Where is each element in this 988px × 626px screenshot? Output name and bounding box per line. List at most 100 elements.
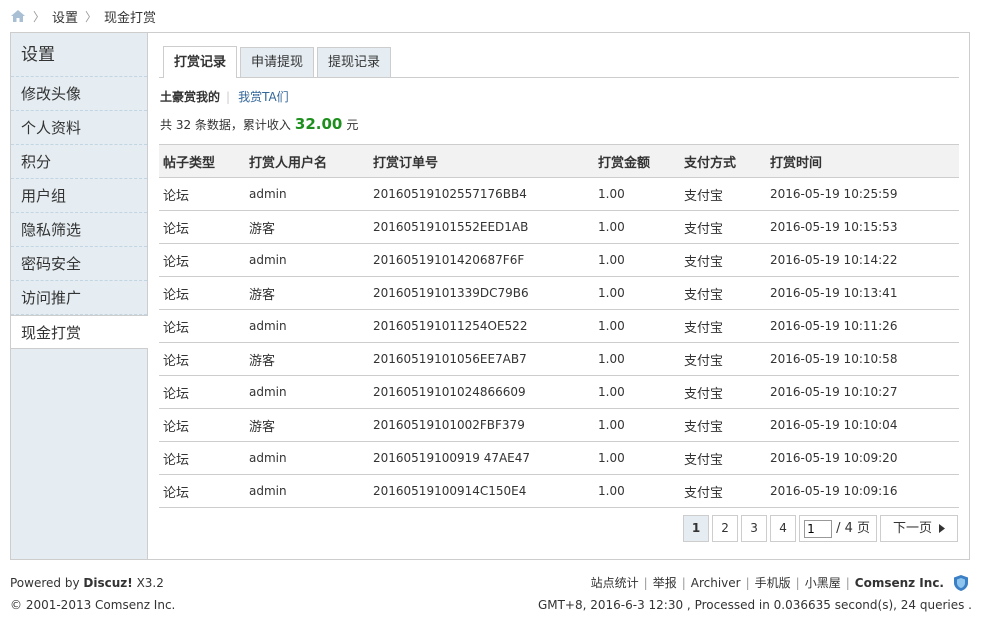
page-4-button[interactable]: 4 xyxy=(770,515,797,542)
column-header: 帖子类型 xyxy=(159,144,245,178)
table-cell: 2016-05-19 10:25:59 xyxy=(766,177,959,211)
footer-link-mobile[interactable]: 手机版 xyxy=(755,572,791,594)
sidebar-item-password[interactable]: 密码安全 xyxy=(11,247,147,281)
table-cell: 支付宝 xyxy=(680,408,766,442)
sidebar-item-usergroup[interactable]: 用户组 xyxy=(11,179,147,213)
summary-unit: 元 xyxy=(346,118,359,132)
footer-links: 站点统计 | 举报 | Archiver | 手机版 | 小黑屋 | Comsenz In… xyxy=(538,572,970,594)
tab-withdraw-records[interactable]: 提现记录 xyxy=(317,47,392,77)
sidebar-item-privacy[interactable]: 隐私筛选 xyxy=(11,213,147,247)
page-1-button[interactable]: 1 xyxy=(683,515,710,542)
sidebar-item-promotion[interactable]: 访问推广 xyxy=(11,281,147,315)
column-header: 打赏人用户名 xyxy=(245,144,369,178)
footer-link-report[interactable]: 举报 xyxy=(653,572,677,594)
column-header: 打赏时间 xyxy=(766,144,959,178)
table-cell: 1.00 xyxy=(594,342,680,376)
main-frame: 设置 修改头像 个人资料 积分 用户组 隐私筛选 密码安全 访问推广 现金打赏 … xyxy=(10,32,970,560)
page-2-button[interactable]: 2 xyxy=(712,515,739,542)
table-cell: 201605191011254OE522 xyxy=(369,309,594,343)
table-cell: 1.00 xyxy=(594,474,680,508)
table-cell: admin xyxy=(245,474,369,508)
table-cell: 1.00 xyxy=(594,375,680,409)
table-cell: admin xyxy=(245,309,369,343)
table-cell: 游客 xyxy=(245,342,369,376)
table-cell: 2016-05-19 10:14:22 xyxy=(766,243,959,277)
table-cell: 20160519101024866609 xyxy=(369,375,594,409)
table-cell: 2016-05-19 10:10:04 xyxy=(766,408,959,442)
table-cell: 支付宝 xyxy=(680,243,766,277)
copyright: © 2001-2013 Comsenz Inc. xyxy=(10,598,176,612)
table-cell: 论坛 xyxy=(159,441,245,475)
footer-link-stats[interactable]: 站点统计 xyxy=(591,572,639,594)
page-3-button[interactable]: 3 xyxy=(741,515,768,542)
sidebar-item-avatar[interactable]: 修改头像 xyxy=(11,77,147,111)
tab-apply-withdraw[interactable]: 申请提现 xyxy=(240,47,315,77)
home-icon[interactable] xyxy=(10,9,26,23)
column-header: 打赏订单号 xyxy=(369,144,594,178)
table-cell: 1.00 xyxy=(594,177,680,211)
table-cell: 20160519101339DC79B6 xyxy=(369,276,594,310)
table-header-row: 帖子类型 打赏人用户名 打赏订单号 打赏金额 支付方式 打赏时间 xyxy=(159,144,959,178)
footer-link-archiver[interactable]: Archiver xyxy=(691,572,741,594)
breadcrumb-separator: 〉 xyxy=(33,9,46,24)
table-cell: 2016-05-19 10:10:58 xyxy=(766,342,959,376)
sidebar-item-credits[interactable]: 积分 xyxy=(11,145,147,179)
pagination: 1 2 3 4 / 4 页 下一页 xyxy=(680,515,958,542)
next-page-label: 下一页 xyxy=(892,521,932,536)
footer-left: Powered by Discuz! X3.2 © 2001-2013 Coms… xyxy=(10,572,175,616)
table-cell: 1.00 xyxy=(594,276,680,310)
tab-reward-records[interactable]: 打赏记录 xyxy=(163,46,238,78)
reward-table: 帖子类型 打赏人用户名 打赏订单号 打赏金额 支付方式 打赏时间 论坛 admin… xyxy=(159,144,959,508)
table-cell: admin xyxy=(245,177,369,211)
table-cell: 20160519101002FBF379 xyxy=(369,408,594,442)
table-row: 论坛 admin 20160519100914C150E4 1.00 支付宝 2016-0… xyxy=(159,474,959,508)
table-cell: 20160519101056EE7AB7 xyxy=(369,342,594,376)
footer-stats: GMT+8, 2016-6-3 12:30 , Processed in 0.0… xyxy=(537,598,972,612)
table-row: 论坛 游客 20160519101552EED1AB 1.00 支付宝 2016-05-1… xyxy=(159,210,959,244)
table-cell: 论坛 xyxy=(159,474,245,508)
table-cell: 支付宝 xyxy=(680,177,766,211)
sidebar-item-cash-reward[interactable]: 现金打赏 xyxy=(11,315,148,349)
sidebar-title: 设置 xyxy=(11,33,147,77)
powered-prefix: Powered by xyxy=(10,576,80,590)
page-jump-input[interactable] xyxy=(804,519,833,538)
content-panel: 打赏记录 申请提现 提现记录 土豪赏我的 | 我赏TA们 共 32 条数据，累计… xyxy=(159,33,961,559)
table-cell: admin xyxy=(245,441,369,475)
footer-company[interactable]: Comsenz Inc. xyxy=(855,572,944,594)
table-cell: 1.00 xyxy=(594,441,680,475)
table-cell: 支付宝 xyxy=(680,375,766,409)
subtab-received[interactable]: 土豪赏我的 xyxy=(160,88,220,105)
footer-link-blacklist[interactable]: 小黑屋 xyxy=(805,572,841,594)
subtab-given[interactable]: 我赏TA们 xyxy=(238,88,289,105)
table-cell: 论坛 xyxy=(159,243,245,277)
table-row: 论坛 admin 201605191011254OE522 1.00 支付宝 2016-0… xyxy=(159,309,959,343)
table-cell: admin xyxy=(245,375,369,409)
next-page-button[interactable]: 下一页 xyxy=(879,515,958,542)
table-cell: 论坛 xyxy=(159,342,245,376)
table-cell: 论坛 xyxy=(159,309,245,343)
breadcrumb-cash-reward[interactable]: 现金打赏 xyxy=(104,7,156,26)
table-cell: 游客 xyxy=(245,276,369,310)
table-cell: 论坛 xyxy=(159,177,245,211)
breadcrumb-settings[interactable]: 设置 xyxy=(52,7,78,26)
summary-amount: 32.00 xyxy=(294,115,343,133)
page-jump: / 4 页 xyxy=(799,515,877,542)
powered-by: Powered by Discuz! X3.2 xyxy=(10,572,175,594)
table-cell: 2016-05-19 10:11:26 xyxy=(766,309,959,343)
powered-version: X3.2 xyxy=(136,576,164,590)
table-cell: 20160519101552EED1AB xyxy=(369,210,594,244)
table-cell: 论坛 xyxy=(159,210,245,244)
sidebar-item-profile[interactable]: 个人资料 xyxy=(11,111,147,145)
table-cell: 2016-05-19 10:09:20 xyxy=(766,441,959,475)
footer-right: 站点统计 | 举报 | Archiver | 手机版 | 小黑屋 | Comsenz In… xyxy=(538,572,972,616)
powered-brand[interactable]: Discuz! xyxy=(83,576,132,590)
table-cell: 支付宝 xyxy=(680,276,766,310)
table-cell: 2016-05-19 10:10:27 xyxy=(766,375,959,409)
table-row: 论坛 admin 20160519101024866609 1.00 支付宝 2016-0… xyxy=(159,375,959,409)
table-cell: 20160519100914C150E4 xyxy=(369,474,594,508)
table-cell: admin xyxy=(245,243,369,277)
page-total-label: / 4 页 xyxy=(836,521,870,536)
shield-icon[interactable] xyxy=(952,574,970,592)
summary-prefix: 共 32 条数据，累计收入 xyxy=(160,118,291,132)
table-row: 论坛 admin 20160519101420687F6F 1.00 支付宝 2016-0… xyxy=(159,243,959,277)
